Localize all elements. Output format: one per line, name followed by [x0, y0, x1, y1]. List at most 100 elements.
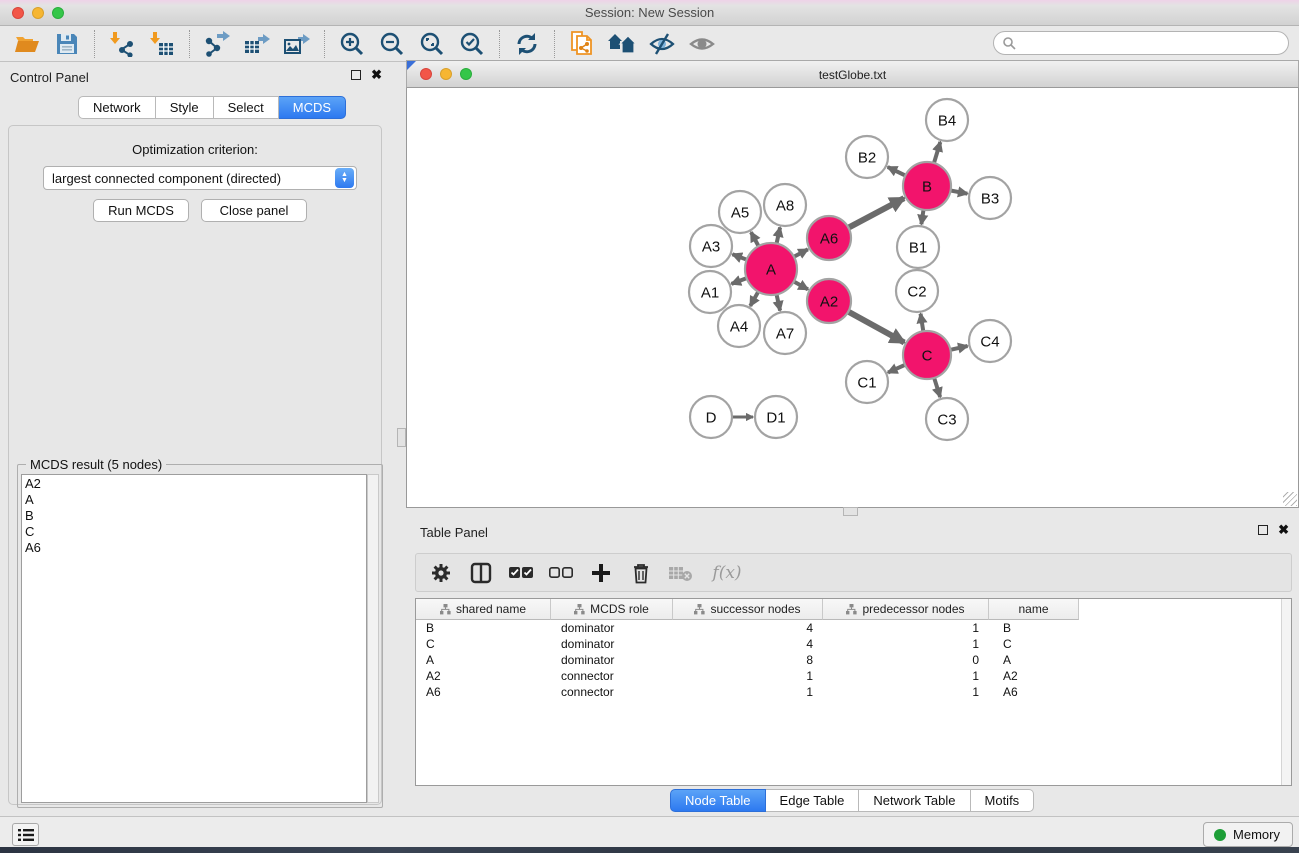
table-cell[interactable]: 8: [673, 652, 823, 668]
table-cell[interactable]: A6: [989, 684, 1079, 700]
export-network-icon[interactable]: [202, 30, 232, 58]
zoom-out-icon[interactable]: [377, 30, 407, 58]
hide-eye-icon[interactable]: [647, 30, 677, 58]
table-row[interactable]: Cdominator41C: [416, 636, 1281, 652]
optimization-criterion-select[interactable]: largest connected component (directed) ▲…: [43, 166, 357, 190]
graph-node-C3[interactable]: C3: [926, 398, 968, 440]
import-table-icon[interactable]: [147, 30, 177, 58]
float-panel-icon[interactable]: [351, 70, 361, 80]
tab-network-table[interactable]: Network Table: [859, 789, 970, 812]
network-canvas[interactable]: B4B2BB3A8A5A6A3B1AA1C2A2A4A7C4CC1DD1C3: [406, 88, 1299, 508]
edge-B-B4[interactable]: [934, 142, 940, 163]
edge-A-A8[interactable]: [777, 227, 781, 243]
graph-node-C4[interactable]: C4: [969, 320, 1011, 362]
home-icon[interactable]: [607, 30, 637, 58]
table-cell[interactable]: B: [416, 620, 551, 636]
delete-column-trash-icon[interactable]: [628, 560, 654, 586]
table-cell[interactable]: C: [416, 636, 551, 652]
table-cell[interactable]: A6: [416, 684, 551, 700]
edge-C-C2[interactable]: [921, 314, 924, 332]
tab-motifs[interactable]: Motifs: [971, 789, 1035, 812]
edge-B-B2[interactable]: [888, 167, 906, 176]
graph-node-B1[interactable]: B1: [897, 226, 939, 268]
table-cell[interactable]: A2: [989, 668, 1079, 684]
edge-C-C4[interactable]: [950, 346, 967, 350]
table-cell[interactable]: connector: [551, 668, 673, 684]
table-cell[interactable]: dominator: [551, 652, 673, 668]
graph-node-B[interactable]: B: [903, 162, 951, 210]
table-cell[interactable]: B: [989, 620, 1079, 636]
table-cell[interactable]: C: [989, 636, 1079, 652]
table-cell[interactable]: A: [416, 652, 551, 668]
close-panel-icon[interactable]: ✖: [371, 70, 382, 80]
graph-node-A2[interactable]: A2: [807, 279, 851, 323]
tab-node-table[interactable]: Node Table: [670, 789, 766, 812]
zoom-selected-icon[interactable]: [457, 30, 487, 58]
table-cell[interactable]: dominator: [551, 636, 673, 652]
edge-C-C1[interactable]: [888, 365, 905, 373]
graph-node-A7[interactable]: A7: [764, 312, 806, 354]
graph-node-A4[interactable]: A4: [718, 305, 760, 347]
table-row[interactable]: Bdominator41B: [416, 620, 1281, 636]
graph-node-A1[interactable]: A1: [689, 271, 731, 313]
table-cell[interactable]: 1: [823, 684, 989, 700]
column-header-predecessor-nodes[interactable]: predecessor nodes: [823, 599, 989, 620]
import-network-icon[interactable]: [107, 30, 137, 58]
edge-C-C3[interactable]: [934, 378, 940, 397]
edge-A-A1[interactable]: [732, 278, 747, 284]
edge-A-A2[interactable]: [794, 282, 808, 290]
export-image-icon[interactable]: [282, 30, 312, 58]
duplicate-network-icon[interactable]: [567, 30, 597, 58]
mcds-result-item[interactable]: A: [25, 492, 366, 508]
graph-node-B4[interactable]: B4: [926, 99, 968, 141]
tab-style[interactable]: Style: [156, 96, 214, 119]
mcds-result-item[interactable]: B: [25, 508, 366, 524]
show-columns-icon[interactable]: [468, 560, 494, 586]
table-cell[interactable]: connector: [551, 684, 673, 700]
column-header-name[interactable]: name: [989, 599, 1079, 620]
table-cell[interactable]: 1: [823, 636, 989, 652]
show-eye-icon[interactable]: [687, 30, 717, 58]
close-panel-button[interactable]: Close panel: [201, 199, 307, 222]
table-cell[interactable]: 1: [823, 668, 989, 684]
table-cell[interactable]: 0: [823, 652, 989, 668]
graph-node-C1[interactable]: C1: [846, 361, 888, 403]
open-session-icon[interactable]: [12, 30, 42, 58]
function-builder-icon[interactable]: f(x): [712, 563, 741, 583]
mcds-result-scrollbar[interactable]: [367, 474, 379, 803]
refresh-icon[interactable]: [512, 30, 542, 58]
table-cell[interactable]: dominator: [551, 620, 673, 636]
table-cell[interactable]: 4: [673, 620, 823, 636]
float-table-panel-icon[interactable]: [1258, 525, 1268, 535]
close-table-panel-icon[interactable]: ✖: [1278, 525, 1289, 535]
memory-button[interactable]: Memory: [1203, 822, 1293, 847]
zoom-fit-icon[interactable]: [417, 30, 447, 58]
graph-node-A3[interactable]: A3: [690, 225, 732, 267]
splitter-handle-bottom[interactable]: [843, 507, 858, 516]
edge-A-A4[interactable]: [750, 292, 758, 306]
tab-network[interactable]: Network: [78, 96, 156, 119]
network-window-titlebar[interactable]: testGlobe.txt: [406, 60, 1299, 88]
search-input[interactable]: [993, 31, 1289, 55]
graph-node-D1[interactable]: D1: [755, 396, 797, 438]
graph-node-A6[interactable]: A6: [807, 216, 851, 260]
table-row[interactable]: A6connector11A6: [416, 684, 1281, 700]
graph-node-A[interactable]: A: [745, 243, 797, 295]
column-header-shared-name[interactable]: shared name: [416, 599, 551, 620]
graph-node-C2[interactable]: C2: [896, 270, 938, 312]
task-history-button[interactable]: [12, 823, 39, 846]
deselect-all-columns-icon[interactable]: [548, 560, 574, 586]
graph-node-C[interactable]: C: [903, 331, 951, 379]
window-resize-grip[interactable]: [1283, 492, 1297, 506]
edge-A2-C[interactable]: [848, 312, 904, 343]
graph-node-B3[interactable]: B3: [969, 177, 1011, 219]
table-cell[interactable]: A: [989, 652, 1079, 668]
graph-node-A8[interactable]: A8: [764, 184, 806, 226]
create-column-plus-icon[interactable]: [588, 560, 614, 586]
splitter-handle-left[interactable]: [397, 428, 406, 447]
edge-A-A6[interactable]: [794, 249, 808, 256]
edge-A-A7[interactable]: [777, 294, 781, 310]
tab-mcds[interactable]: MCDS: [279, 96, 346, 119]
export-table-icon[interactable]: [242, 30, 272, 58]
table-cell[interactable]: 1: [673, 684, 823, 700]
